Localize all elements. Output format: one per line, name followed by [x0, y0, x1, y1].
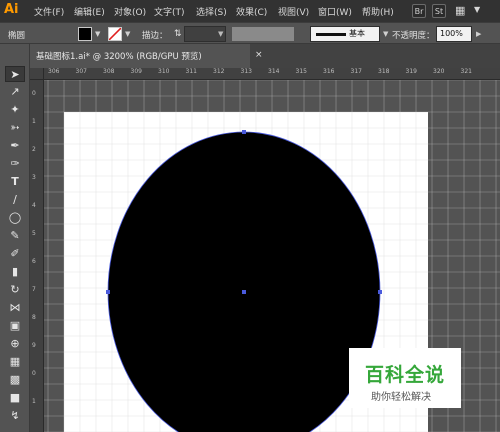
- gradient-tool-icon[interactable]: ■: [5, 390, 25, 406]
- brush-definition-label: 基本: [349, 29, 365, 38]
- ruler-tick-label: 5: [32, 230, 36, 237]
- opacity-dropdown-icon[interactable]: ▶: [476, 30, 481, 38]
- stroke-swatch[interactable]: [108, 27, 122, 41]
- selection-tool-icon[interactable]: ➤: [5, 66, 25, 82]
- eraser-tool-icon[interactable]: ▮: [5, 264, 25, 280]
- watermark-logo: 百科全说 助你轻松解决: [349, 348, 461, 408]
- free-transform-tool-icon[interactable]: ▣: [5, 318, 25, 334]
- vertical-ruler[interactable]: 0 1 2 3 4 5 6 7 8 9 0 1: [30, 80, 44, 432]
- ruler-tick-label: 318: [378, 68, 390, 75]
- stock-icon[interactable]: St: [432, 4, 446, 18]
- center-point[interactable]: [242, 290, 246, 294]
- ruler-tick-label: 1: [32, 398, 36, 405]
- watermark-subtitle: 助你轻松解决: [371, 392, 431, 403]
- workspace-switcher-icon[interactable]: ▦: [455, 4, 469, 18]
- variable-width-profile[interactable]: [232, 27, 294, 41]
- ruler-tick-label: 309: [130, 68, 142, 75]
- stroke-stepper-icon[interactable]: ⇅: [174, 29, 182, 39]
- chevron-down-icon[interactable]: ▼: [474, 5, 480, 14]
- opacity-label: 不透明度：: [392, 31, 435, 41]
- ruler-tick-label: 315: [295, 68, 307, 75]
- stroke-preview: [316, 33, 346, 36]
- ruler-tick-label: 0: [32, 370, 36, 377]
- menu-help[interactable]: 帮助(H): [362, 5, 394, 18]
- ruler-tick-label: 317: [350, 68, 362, 75]
- no-stroke-icon: [109, 28, 121, 40]
- ruler-tick-label: 307: [75, 68, 87, 75]
- ruler-origin[interactable]: [30, 68, 44, 80]
- document-tab-bar: 基础图标1.ai* @ 3200% (RGB/GPU 预览) ×: [30, 44, 500, 68]
- menu-object[interactable]: 对象(O): [114, 5, 146, 18]
- brush-definition-field[interactable]: 基本: [310, 26, 380, 42]
- app-logo: Ai: [4, 2, 19, 17]
- ruler-tick-label: 7: [32, 286, 36, 293]
- ruler-tick-label: 306: [48, 68, 60, 75]
- blob-brush-tool-icon[interactable]: ✐: [5, 246, 25, 262]
- ruler-tick-label: 310: [158, 68, 170, 75]
- watermark-title: 百科全说: [365, 364, 446, 386]
- width-tool-icon[interactable]: ⋈: [5, 300, 25, 316]
- type-tool-icon[interactable]: T: [5, 174, 25, 190]
- menu-edit[interactable]: 编辑(E): [74, 5, 105, 18]
- menu-type[interactable]: 文字(T): [154, 5, 185, 18]
- menu-file[interactable]: 文件(F): [34, 5, 64, 18]
- menu-view[interactable]: 视图(V): [278, 5, 309, 18]
- magic-wand-tool-icon[interactable]: ✦: [5, 102, 25, 118]
- object-type-label: 椭圆: [8, 31, 26, 41]
- curvature-tool-icon[interactable]: ✑: [5, 156, 25, 172]
- mesh-tool-icon[interactable]: ▩: [5, 372, 25, 388]
- ruler-tick-label: 314: [268, 68, 280, 75]
- control-bar: 椭圆 ▼ ▼ 描边： ⇅ ▼ 基本 ▼ 不透明度： 100% ▶: [0, 22, 500, 44]
- ruler-tick-label: 316: [323, 68, 335, 75]
- ruler-tick-label: 312: [213, 68, 225, 75]
- ruler-tick-label: 9: [32, 342, 36, 349]
- ruler-tick-label: 321: [460, 68, 472, 75]
- stroke-label: 描边：: [142, 31, 168, 41]
- stroke-dropdown-icon[interactable]: ▼: [125, 30, 130, 38]
- ruler-tick-label: 6: [32, 258, 36, 265]
- menu-window[interactable]: 窗口(W): [318, 5, 352, 18]
- menu-effect[interactable]: 效果(C): [236, 5, 267, 18]
- brush-dropdown-icon[interactable]: ▼: [383, 30, 388, 38]
- ruler-tick-label: 0: [32, 90, 36, 97]
- shape-builder-tool-icon[interactable]: ⊕: [5, 336, 25, 352]
- perspective-tool-icon[interactable]: ▦: [5, 354, 25, 370]
- ruler-tick-label: 8: [32, 314, 36, 321]
- ruler-tick-label: 2: [32, 146, 36, 153]
- anchor-point-right[interactable]: [378, 290, 382, 294]
- ruler-tick-label: 4: [32, 202, 36, 209]
- direct-selection-tool-icon[interactable]: ↗: [5, 84, 25, 100]
- rotate-tool-icon[interactable]: ↻: [5, 282, 25, 298]
- paintbrush-tool-icon[interactable]: ✎: [5, 228, 25, 244]
- ruler-tick-label: 319: [405, 68, 417, 75]
- ruler-tick-label: 308: [103, 68, 115, 75]
- horizontal-ruler[interactable]: 306 307 308 309 310 311 312 313 314 315 316 317 318 3…: [44, 68, 500, 80]
- ruler-tick-label: 1: [32, 118, 36, 125]
- fill-swatch[interactable]: [78, 27, 92, 41]
- ellipse-tool-icon[interactable]: ◯: [5, 210, 25, 226]
- eyedropper-tool-icon[interactable]: ↯: [5, 408, 25, 424]
- anchor-point-top[interactable]: [242, 130, 246, 134]
- menu-bar: Ai 文件(F) 编辑(E) 对象(O) 文字(T) 选择(S) 效果(C) 视…: [0, 0, 500, 22]
- ruler-tick-label: 311: [185, 68, 197, 75]
- opacity-field[interactable]: 100%: [436, 26, 472, 42]
- menu-select[interactable]: 选择(S): [196, 5, 227, 18]
- line-tool-icon[interactable]: ∕: [5, 192, 25, 208]
- pen-tool-icon[interactable]: ✒: [5, 138, 25, 154]
- ruler-tick-label: 3: [32, 174, 36, 181]
- bridge-icon[interactable]: Br: [412, 4, 426, 18]
- anchor-point-left[interactable]: [106, 290, 110, 294]
- tools-panel: ➤ ↗ ✦ ➳ ✒ ✑ T ∕ ◯ ✎ ✐ ▮ ↻ ⋈ ▣ ⊕ ▦ ▩ ■ ↯: [0, 44, 30, 432]
- illustrator-window: Ai 文件(F) 编辑(E) 对象(O) 文字(T) 选择(S) 效果(C) 视…: [0, 0, 500, 432]
- document-tab[interactable]: 基础图标1.ai* @ 3200% (RGB/GPU 预览): [30, 44, 250, 68]
- ruler-tick-label: 313: [240, 68, 252, 75]
- stroke-weight-dropdown-icon[interactable]: ▼: [218, 30, 223, 38]
- lasso-tool-icon[interactable]: ➳: [5, 120, 25, 136]
- ruler-tick-label: 320: [433, 68, 445, 75]
- close-icon[interactable]: ×: [255, 50, 263, 60]
- fill-dropdown-icon[interactable]: ▼: [95, 30, 100, 38]
